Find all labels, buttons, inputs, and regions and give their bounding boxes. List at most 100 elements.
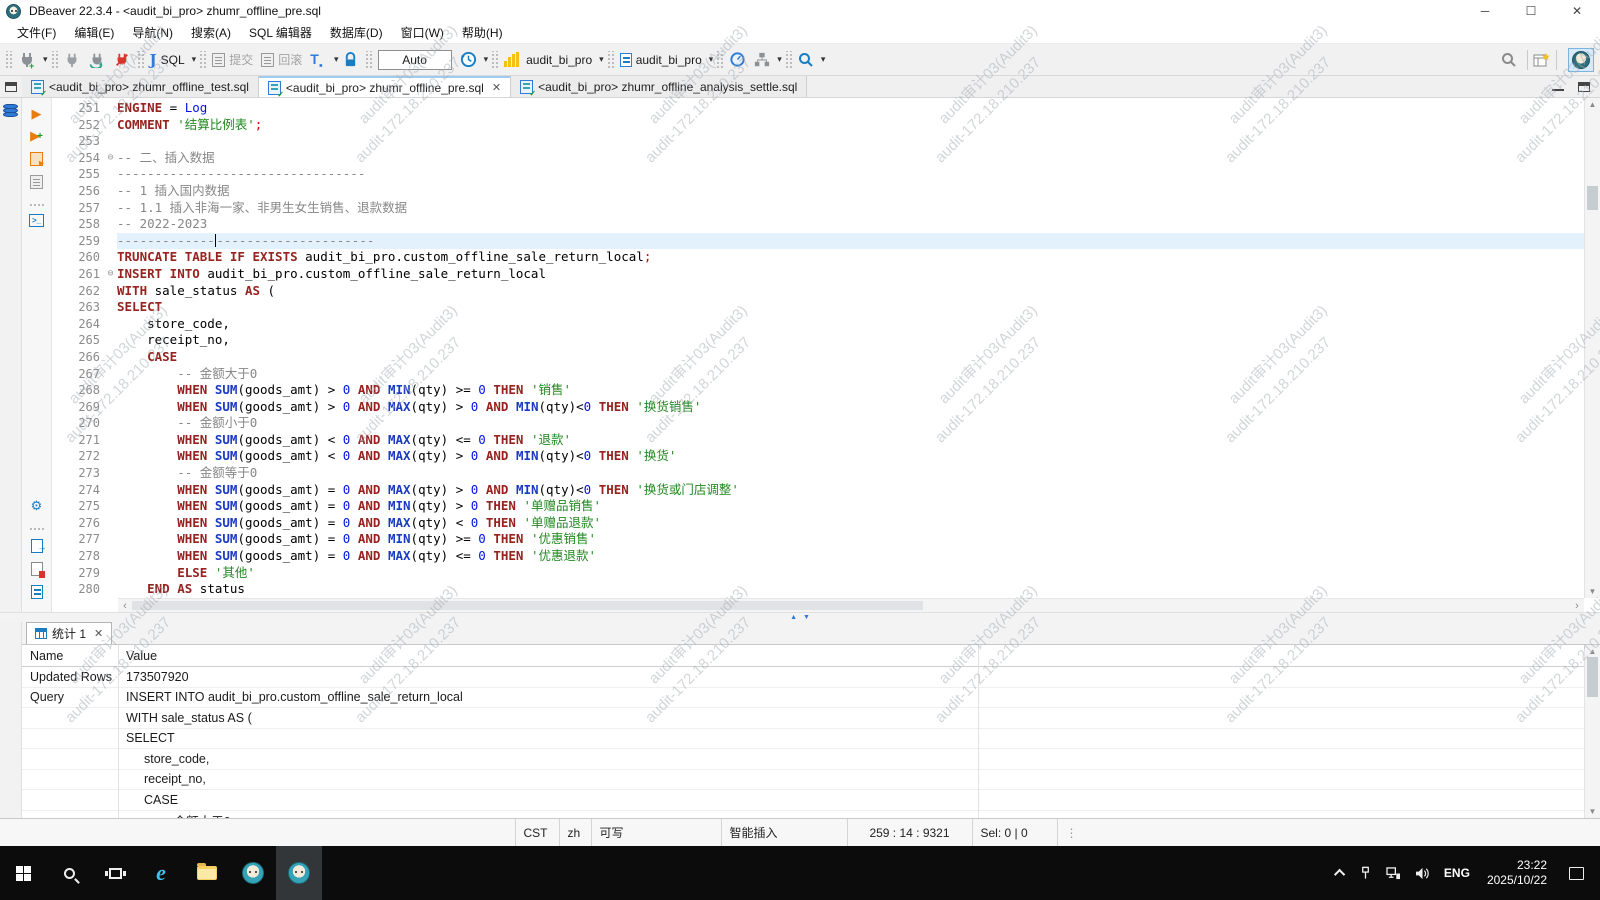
table-row[interactable]: WITH sale_status AS ( — [22, 708, 1584, 729]
file-explorer-button[interactable] — [184, 846, 230, 900]
code-line[interactable]: 263SELECT — [52, 299, 1584, 316]
execute-statement-button[interactable]: ▶ — [28, 106, 45, 122]
execute-script-button[interactable] — [28, 151, 45, 167]
menu-edit[interactable]: 编辑(E) — [65, 24, 123, 41]
code-line[interactable]: 253 — [52, 133, 1584, 150]
scroll-right-icon[interactable]: › — [1570, 600, 1584, 612]
code-line[interactable]: 264 store_code, — [52, 316, 1584, 333]
code-line[interactable]: 261⊖INSERT INTO audit_bi_pro.custom_offl… — [52, 266, 1584, 283]
connect-dropdown[interactable]: ▾ — [43, 54, 48, 65]
fold-marker-icon[interactable]: ⊖ — [104, 150, 117, 167]
open-console-button[interactable]: >_ — [28, 212, 45, 228]
code-line[interactable]: 280 END AS status — [52, 581, 1584, 598]
tray-clock[interactable]: 23:22 2025/10/22 — [1479, 858, 1555, 888]
search-button[interactable] — [795, 50, 817, 70]
window-close-button[interactable]: ✕ — [1554, 0, 1600, 22]
tray-expand-button[interactable] — [1332, 846, 1350, 900]
table-row[interactable]: SELECT — [22, 729, 1584, 750]
restore-panel-button[interactable] — [0, 76, 22, 97]
editor-horizontal-scrollbar[interactable]: ‹ › — [118, 598, 1584, 612]
table-row[interactable]: Updated Rows173507920 — [22, 667, 1584, 688]
plug-button[interactable] — [61, 50, 83, 70]
scrollbar-thumb[interactable] — [1587, 186, 1598, 210]
transaction-mode-button[interactable]: T⡀ — [307, 49, 330, 70]
scrollbar-thumb[interactable] — [132, 601, 923, 610]
dbeaver-taskbar-button-active[interactable] — [276, 846, 322, 900]
scroll-left-icon[interactable]: ‹ — [118, 600, 132, 612]
grid-doc-button[interactable] — [28, 584, 45, 600]
start-button[interactable] — [0, 846, 46, 900]
splitter-collapse-down-icon[interactable]: ▼ — [803, 614, 810, 621]
statistics-tab-close-icon[interactable]: ✕ — [94, 627, 103, 640]
connect-button[interactable]: + — [15, 49, 39, 71]
history-dropdown[interactable]: ▾ — [484, 54, 489, 65]
rollback-button[interactable]: 回滚 — [258, 49, 305, 70]
editor-vertical-scrollbar[interactable]: ▲ ▼ — [1584, 98, 1600, 598]
status-caret-position[interactable]: 259 : 14 : 9321 — [848, 819, 973, 846]
editor-results-splitter[interactable]: ▲ ▼ — [0, 612, 1600, 622]
connection-selector-dropdown[interactable]: ▾ — [599, 54, 604, 65]
explain-plan-button[interactable] — [28, 174, 45, 190]
window-minimize-button[interactable]: ─ — [1462, 0, 1508, 22]
code-line[interactable]: 268 WHEN SUM(goods_amt) > 0 AND MIN(qty)… — [52, 382, 1584, 399]
menu-window[interactable]: 窗口(W) — [392, 24, 453, 41]
code-line[interactable]: 272 WHEN SUM(goods_amt) < 0 AND MAX(qty)… — [52, 448, 1584, 465]
code-line[interactable]: 260TRUNCATE TABLE IF EXISTS audit_bi_pro… — [52, 249, 1584, 266]
dbeaver-perspective-button[interactable] — [1568, 48, 1594, 72]
database-navigator-icon[interactable] — [3, 104, 18, 118]
tab-zhumr-offline-test[interactable]: <audit_bi_pro> zhumr_offline_test.sql — [22, 76, 259, 97]
commit-button[interactable]: 提交 — [209, 49, 256, 70]
code-line[interactable]: 266 CASE — [52, 349, 1584, 366]
table-row[interactable]: receipt_no, — [22, 770, 1584, 791]
status-timezone[interactable]: CST — [516, 819, 560, 846]
code-line[interactable]: 254⊖-- 二、插入数据 — [52, 150, 1584, 167]
menu-database[interactable]: 数据库(D) — [321, 24, 392, 41]
code-line[interactable]: 273 -- 金额等于0 — [52, 465, 1584, 482]
status-insert-mode[interactable]: 智能插入 — [722, 819, 848, 846]
tray-usb-button[interactable] — [1354, 846, 1377, 900]
export-result-button[interactable] — [28, 538, 45, 554]
dashboard-button[interactable] — [726, 49, 749, 70]
code-line[interactable]: 278 WHEN SUM(goods_amt) = 0 AND MAX(qty)… — [52, 548, 1584, 565]
taskbar-search-button[interactable] — [46, 846, 92, 900]
menu-navigate[interactable]: 导航(N) — [123, 24, 182, 41]
minimize-editor-icon[interactable] — [1552, 89, 1564, 91]
code-area[interactable]: 251ENGINE = Log252COMMENT '结算比例表';253254… — [52, 100, 1584, 598]
maximize-editor-icon[interactable] — [1578, 82, 1590, 92]
code-line[interactable]: 251ENGINE = Log — [52, 100, 1584, 117]
code-line[interactable]: 274 WHEN SUM(goods_amt) = 0 AND MAX(qty)… — [52, 482, 1584, 499]
connection-selector[interactable]: audit_bi_pro — [501, 50, 595, 69]
menu-search[interactable]: 搜索(A) — [182, 24, 240, 41]
action-center-button[interactable] — [1569, 867, 1584, 880]
window-maximize-button[interactable]: ☐ — [1508, 0, 1554, 22]
fold-marker-icon[interactable]: ⊖ — [104, 266, 117, 283]
sql-dialect-dropdown[interactable]: ▾ — [192, 54, 197, 65]
execute-in-new-tab-button[interactable]: ▶ — [28, 128, 45, 144]
code-line[interactable]: 277 WHEN SUM(goods_amt) = 0 AND MIN(qty)… — [52, 531, 1584, 548]
reconnect-button[interactable] — [85, 50, 109, 70]
lock-button[interactable] — [340, 50, 361, 69]
status-selection[interactable]: Sel: 0 | 0 — [973, 819, 1058, 846]
dbeaver-taskbar-button[interactable] — [230, 846, 276, 900]
internet-explorer-button[interactable]: e — [138, 846, 184, 900]
code-line[interactable]: 265 receipt_no, — [52, 332, 1584, 349]
tray-language-button[interactable]: ENG — [1439, 846, 1475, 900]
table-row[interactable]: -- 金额大于0 — [22, 811, 1584, 819]
column-header-name[interactable]: Name — [22, 649, 118, 663]
code-line[interactable]: 276 WHEN SUM(goods_amt) = 0 AND MAX(qty)… — [52, 515, 1584, 532]
table-row[interactable]: store_code, — [22, 749, 1584, 770]
scrollbar-thumb[interactable] — [1587, 657, 1598, 697]
code-line[interactable]: 255--------------------------------- — [52, 166, 1584, 183]
code-line[interactable]: 258-- 2022-2023 — [52, 216, 1584, 233]
code-line[interactable]: 252COMMENT '结算比例表'; — [52, 117, 1584, 134]
sql-dialect-button[interactable]: Ј SQL — [147, 49, 188, 71]
results-vertical-scrollbar[interactable]: ▲ ▼ — [1584, 645, 1600, 818]
search-dropdown[interactable]: ▾ — [821, 54, 826, 65]
editor-settings-button[interactable]: ⚙ — [28, 498, 45, 514]
tab-zhumr-offline-analysis-settle[interactable]: <audit_bi_pro> zhumr_offline_analysis_se… — [511, 76, 807, 97]
code-line[interactable]: 259---------------------------------- — [52, 233, 1584, 250]
scroll-up-icon[interactable]: ▲ — [1585, 647, 1600, 656]
schema-selector-dropdown[interactable]: ▾ — [709, 54, 714, 65]
code-line[interactable]: 262WITH sale_status AS ( — [52, 283, 1584, 300]
code-line[interactable]: 256-- 1 插入国内数据 — [52, 183, 1584, 200]
